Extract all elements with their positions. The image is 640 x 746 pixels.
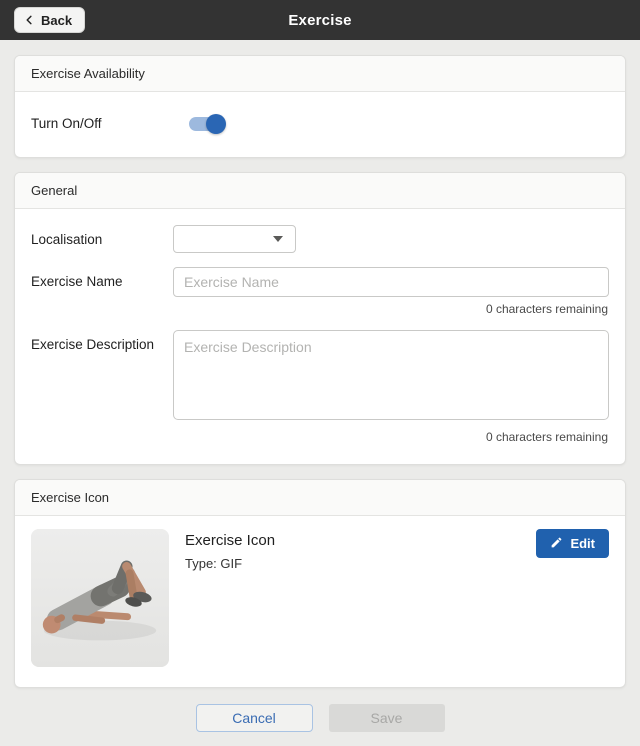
- exercise-name-field: 0 characters remaining: [173, 267, 609, 330]
- pencil-icon: [550, 536, 563, 552]
- exercise-icon-type: Type: GIF: [185, 556, 536, 571]
- availability-toggle[interactable]: [189, 117, 223, 131]
- availability-section-title: Exercise Availability: [15, 56, 625, 92]
- availability-body: Turn On/Off: [15, 92, 625, 157]
- edit-button-label: Edit: [570, 536, 595, 551]
- exercise-icon-panel: Exercise Icon: [14, 479, 626, 688]
- exercise-icon-meta: Exercise Icon Type: GIF: [169, 529, 536, 571]
- localisation-label: Localisation: [31, 225, 173, 247]
- exercise-description-label: Exercise Description: [31, 330, 173, 352]
- footer-actions: Cancel Save: [14, 702, 626, 746]
- exercise-description-input[interactable]: [173, 330, 609, 420]
- general-section-title: General: [15, 173, 625, 209]
- localisation-select[interactable]: [173, 225, 296, 253]
- general-panel: General Localisation Exercise Name 0 cha…: [14, 172, 626, 465]
- localisation-row: Localisation: [31, 225, 609, 253]
- exercise-name-input[interactable]: [173, 267, 609, 297]
- availability-panel: Exercise Availability Turn On/Off: [14, 55, 626, 158]
- localisation-field: [173, 225, 609, 253]
- exercise-name-label: Exercise Name: [31, 267, 173, 289]
- exercise-icon-thumbnail: [31, 529, 169, 667]
- save-button[interactable]: Save: [329, 704, 445, 732]
- exercise-description-row: Exercise Description 0 characters remain…: [31, 330, 609, 444]
- page-content: Exercise Availability Turn On/Off Genera…: [0, 40, 640, 746]
- back-button[interactable]: Back: [14, 7, 85, 33]
- app-header: Back Exercise: [0, 0, 640, 40]
- general-body: Localisation Exercise Name 0 characters …: [15, 209, 625, 464]
- toggle-knob: [206, 114, 226, 134]
- exercise-figure-illustration: [31, 529, 169, 667]
- cancel-button[interactable]: Cancel: [196, 704, 313, 732]
- chevron-down-icon: [273, 236, 283, 242]
- name-char-counter: 0 characters remaining: [174, 302, 608, 316]
- chevron-left-icon: [24, 14, 35, 26]
- exercise-description-field: 0 characters remaining: [173, 330, 609, 444]
- exercise-name-row: Exercise Name 0 characters remaining: [31, 267, 609, 330]
- description-char-counter: 0 characters remaining: [174, 430, 608, 444]
- turn-on-off-label: Turn On/Off: [31, 116, 173, 131]
- exercise-icon-body: Exercise Icon Type: GIF Edit: [15, 516, 625, 687]
- back-button-label: Back: [41, 13, 72, 28]
- edit-icon-button[interactable]: Edit: [536, 529, 609, 558]
- page-title: Exercise: [288, 12, 351, 29]
- exercise-icon-title: Exercise Icon: [185, 532, 536, 549]
- exercise-icon-section-title: Exercise Icon: [15, 480, 625, 516]
